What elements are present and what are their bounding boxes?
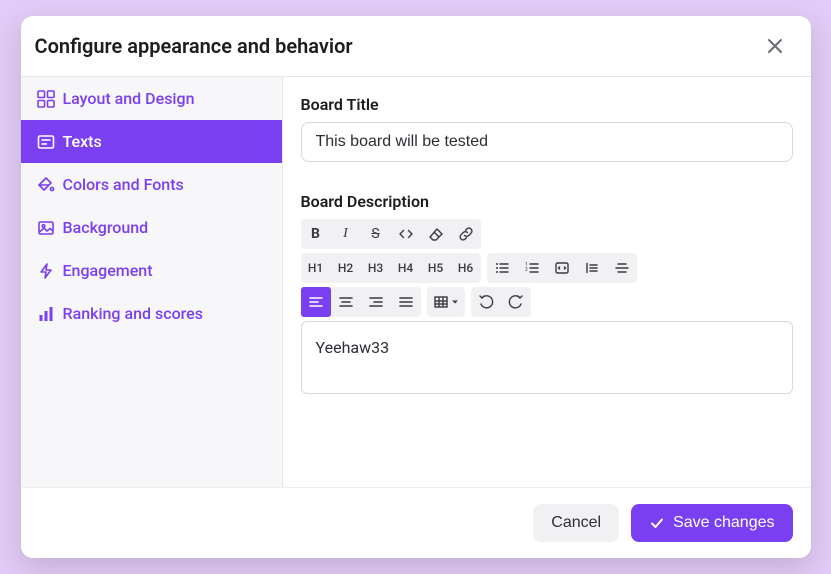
image-icon bbox=[37, 219, 55, 237]
erase-icon bbox=[428, 226, 444, 242]
erase-button[interactable] bbox=[421, 219, 451, 249]
sidebar-item-label: Background bbox=[63, 218, 149, 237]
sidebar-item-label: Texts bbox=[63, 132, 102, 151]
strike-button[interactable]: S bbox=[361, 219, 391, 249]
check-icon bbox=[649, 515, 665, 531]
texts-icon bbox=[37, 133, 55, 151]
bullet-list-icon bbox=[494, 260, 510, 276]
link-button[interactable] bbox=[451, 219, 481, 249]
align-center-button[interactable] bbox=[331, 287, 361, 317]
chevron-down-icon bbox=[451, 298, 459, 306]
editor-toolbar-row-3 bbox=[301, 287, 793, 321]
paint-icon bbox=[37, 176, 55, 194]
table-icon bbox=[433, 294, 449, 310]
svg-text:2: 2 bbox=[525, 267, 528, 273]
undo-icon bbox=[478, 294, 494, 310]
redo-button[interactable] bbox=[501, 287, 531, 317]
lightning-icon bbox=[37, 262, 55, 280]
bullet-list-button[interactable] bbox=[487, 253, 517, 283]
sidebar: Layout and Design Texts Colors and Fonts… bbox=[21, 77, 283, 487]
quote-button[interactable] bbox=[577, 253, 607, 283]
align-right-button[interactable] bbox=[361, 287, 391, 317]
code-icon bbox=[398, 226, 414, 242]
ordered-list-icon: 12 bbox=[524, 260, 540, 276]
align-justify-icon bbox=[398, 294, 414, 310]
hr-button[interactable] bbox=[607, 253, 637, 283]
config-dialog: Configure appearance and behavior Layout… bbox=[21, 16, 811, 558]
h6-button[interactable]: H6 bbox=[451, 253, 481, 283]
align-center-icon bbox=[338, 294, 354, 310]
align-justify-button[interactable] bbox=[391, 287, 421, 317]
sidebar-item-ranking[interactable]: Ranking and scores bbox=[21, 292, 282, 335]
dialog-title: Configure appearance and behavior bbox=[35, 34, 353, 58]
board-title-label: Board Title bbox=[301, 95, 793, 114]
sidebar-item-background[interactable]: Background bbox=[21, 206, 282, 249]
save-button-label: Save changes bbox=[673, 514, 774, 532]
dialog-footer: Cancel Save changes bbox=[21, 487, 811, 558]
save-button[interactable]: Save changes bbox=[631, 504, 792, 542]
ordered-list-button[interactable]: 12 bbox=[517, 253, 547, 283]
align-right-icon bbox=[368, 294, 384, 310]
h1-button[interactable]: H1 bbox=[301, 253, 331, 283]
sidebar-item-layout[interactable]: Layout and Design bbox=[21, 77, 282, 120]
editor-toolbar-row-2: H1 H2 H3 H4 H5 H6 12 bbox=[301, 253, 793, 287]
h2-button[interactable]: H2 bbox=[331, 253, 361, 283]
sidebar-item-engagement[interactable]: Engagement bbox=[21, 249, 282, 292]
board-description-field: Board Description B I S bbox=[301, 192, 793, 394]
h3-button[interactable]: H3 bbox=[361, 253, 391, 283]
undo-button[interactable] bbox=[471, 287, 501, 317]
ranking-icon bbox=[37, 305, 55, 323]
codeblock-icon bbox=[554, 260, 570, 276]
editor-toolbar-row-1: B I S bbox=[301, 219, 793, 253]
board-title-input[interactable] bbox=[301, 122, 793, 162]
codeblock-button[interactable] bbox=[547, 253, 577, 283]
italic-button[interactable]: I bbox=[331, 219, 361, 249]
redo-icon bbox=[508, 294, 524, 310]
quote-icon bbox=[584, 260, 600, 276]
sidebar-item-label: Layout and Design bbox=[63, 89, 195, 108]
close-button[interactable] bbox=[763, 34, 787, 58]
main-panel: Board Title Board Description B I S bbox=[283, 77, 811, 487]
align-left-button[interactable] bbox=[301, 287, 331, 317]
editor-frame: Yeehaw33 bbox=[301, 321, 793, 394]
align-left-icon bbox=[308, 294, 324, 310]
dialog-header: Configure appearance and behavior bbox=[21, 16, 811, 76]
hr-icon bbox=[614, 260, 630, 276]
code-button[interactable] bbox=[391, 219, 421, 249]
sidebar-item-label: Engagement bbox=[63, 261, 153, 280]
layout-icon bbox=[37, 90, 55, 108]
cancel-button[interactable]: Cancel bbox=[533, 504, 619, 542]
board-description-label: Board Description bbox=[301, 192, 793, 211]
sidebar-item-label: Colors and Fonts bbox=[63, 175, 184, 194]
table-button[interactable] bbox=[427, 287, 465, 317]
dialog-body: Layout and Design Texts Colors and Fonts… bbox=[21, 76, 811, 487]
board-title-field: Board Title bbox=[301, 95, 793, 162]
h5-button[interactable]: H5 bbox=[421, 253, 451, 283]
sidebar-item-label: Ranking and scores bbox=[63, 304, 203, 323]
sidebar-item-colors[interactable]: Colors and Fonts bbox=[21, 163, 282, 206]
board-description-editor[interactable]: Yeehaw33 bbox=[302, 322, 792, 393]
h4-button[interactable]: H4 bbox=[391, 253, 421, 283]
bold-button[interactable]: B bbox=[301, 219, 331, 249]
link-icon bbox=[458, 226, 474, 242]
sidebar-item-texts[interactable]: Texts bbox=[21, 120, 282, 163]
close-icon bbox=[765, 36, 785, 56]
